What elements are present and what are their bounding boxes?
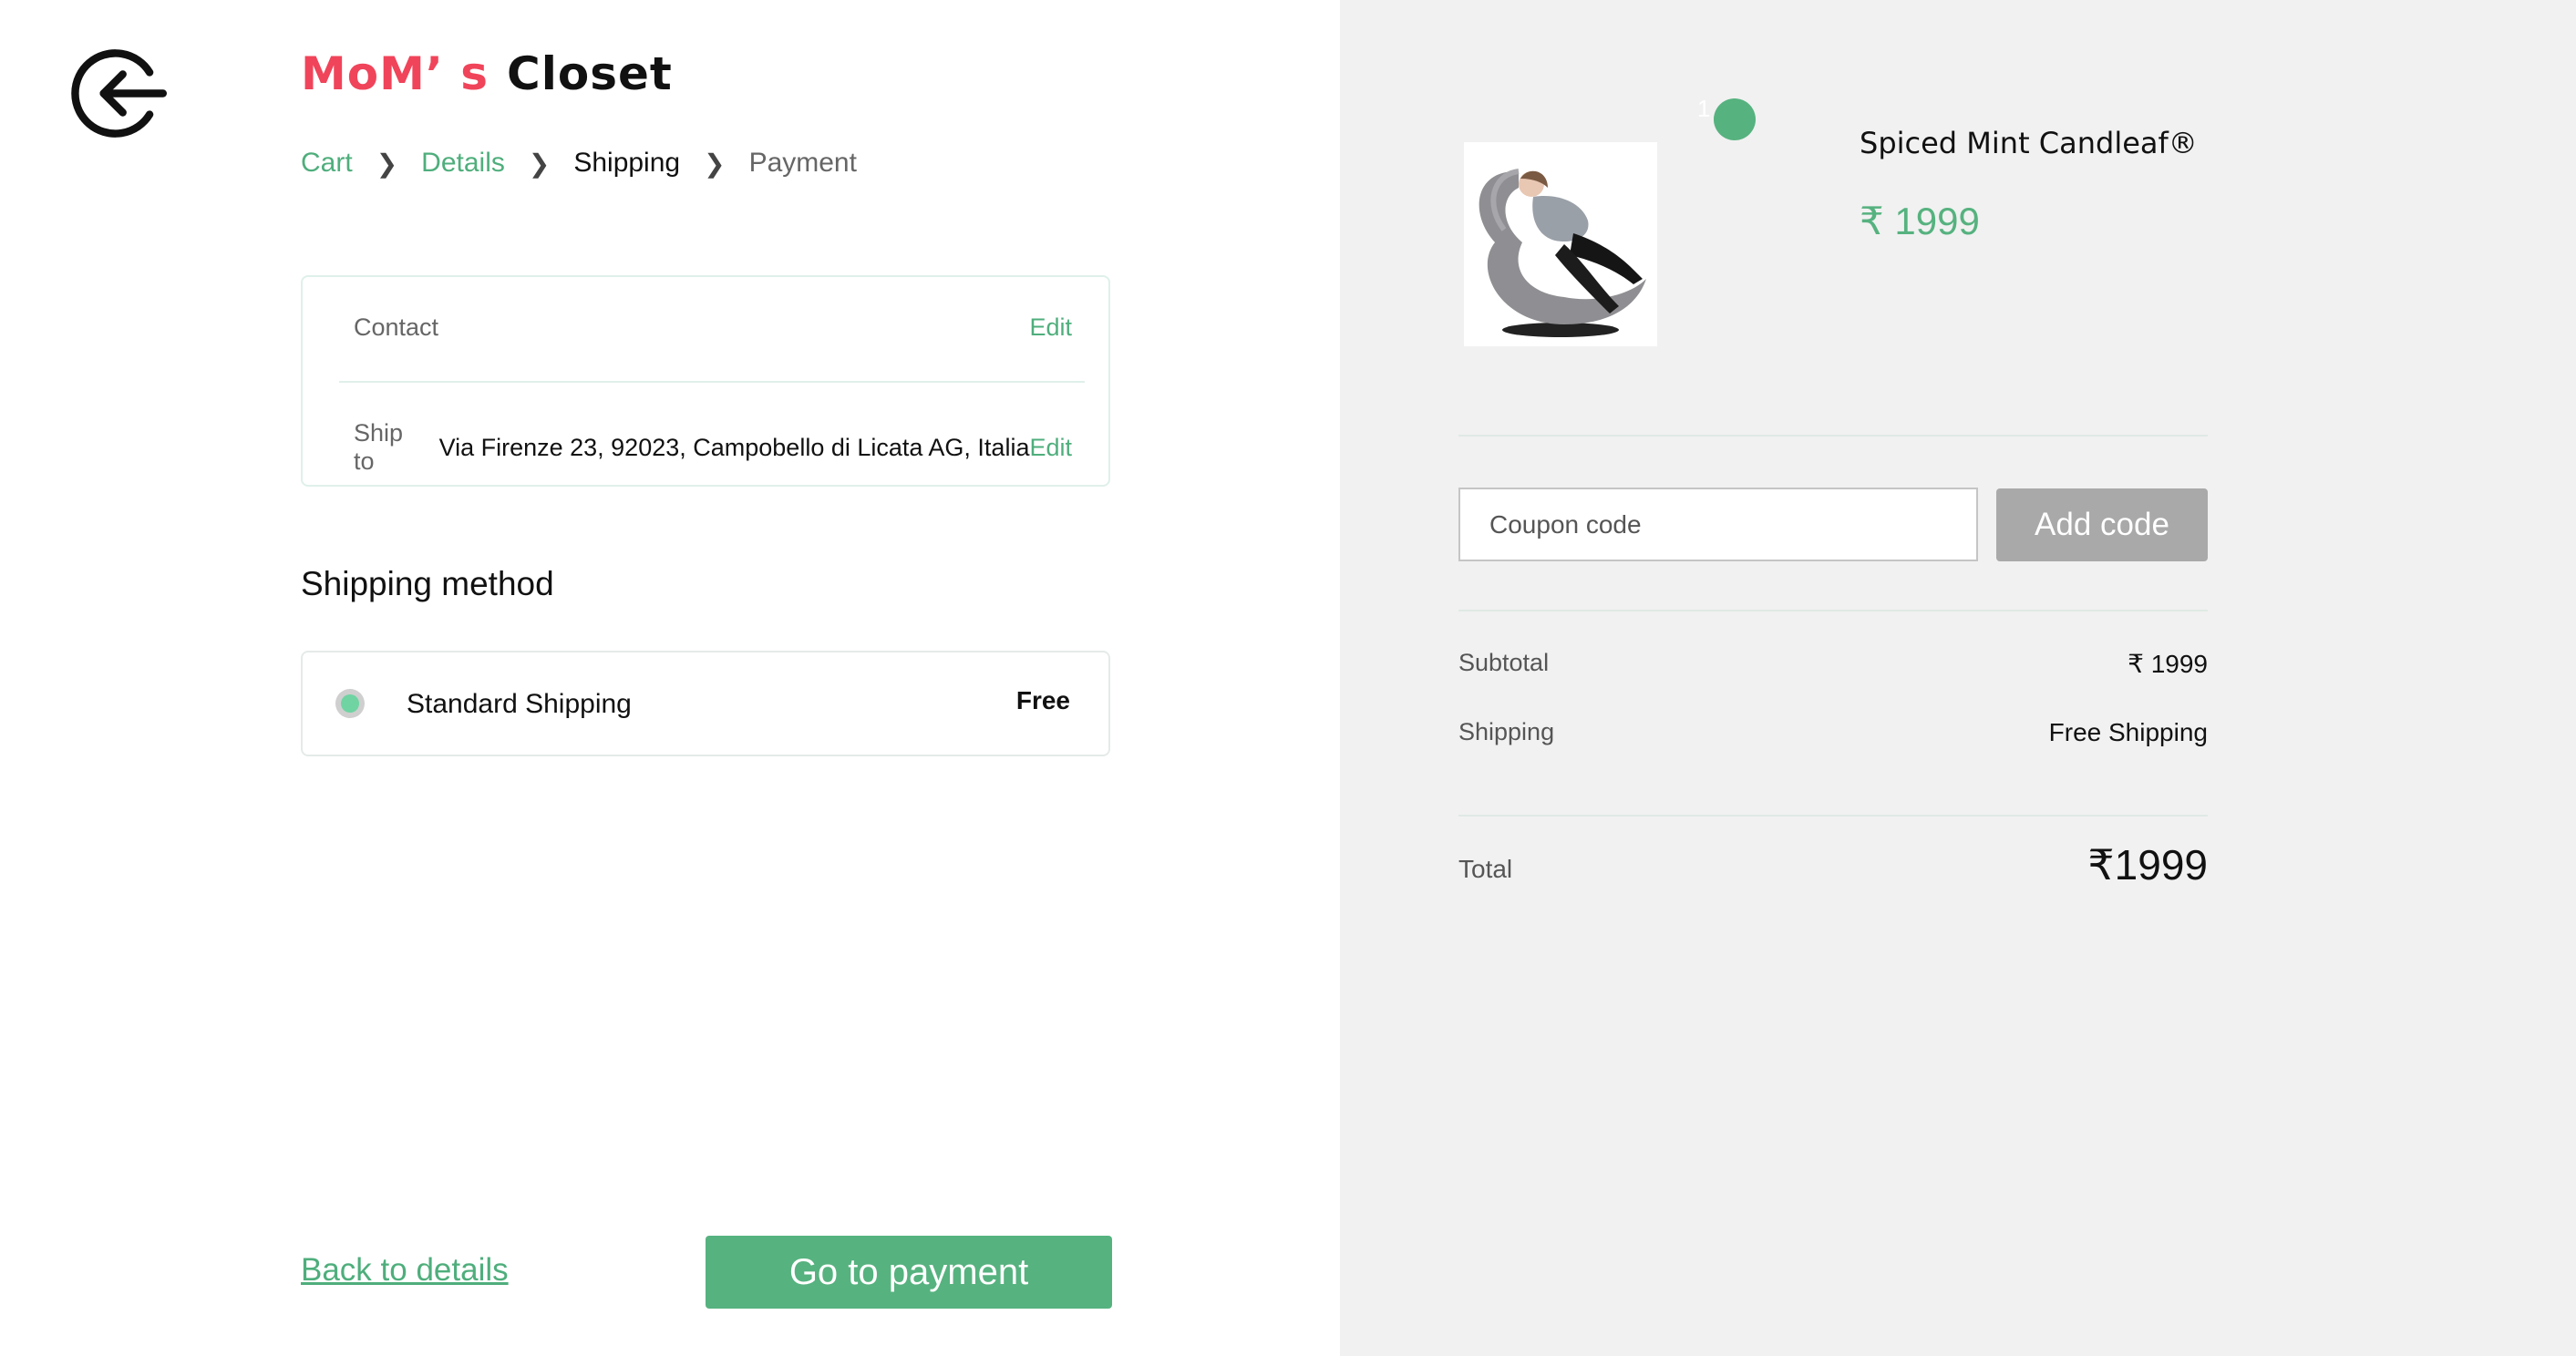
shipping-option-price: Free	[1015, 686, 1070, 714]
divider	[1458, 815, 2208, 817]
quantity-badge	[1714, 98, 1756, 140]
add-code-button[interactable]: Add code	[1996, 488, 2208, 561]
order-info-box: Contact Edit Ship to Via Firenze 23, 920…	[301, 275, 1110, 487]
divider	[1458, 435, 2208, 437]
product-image	[1464, 142, 1657, 346]
shipping-label: Shipping	[1458, 718, 1555, 745]
pregnancy-pillow-image	[1464, 142, 1657, 346]
breadcrumb-details[interactable]: Details	[421, 148, 505, 179]
ship-to-address: Via Firenze 23, 92023, Campobello di Lic…	[438, 433, 1030, 461]
shipping-option-radio[interactable]	[335, 689, 365, 718]
breadcrumb-payment[interactable]: Payment	[749, 148, 857, 179]
brand-name-part1: MoM’ s	[301, 47, 489, 100]
brand-name-part2: Closet	[507, 47, 673, 100]
go-to-payment-button[interactable]: Go to payment	[706, 1236, 1112, 1309]
total-label: Total	[1458, 855, 1513, 883]
breadcrumb: Cart ❯ Details ❯ Shipping ❯ Payment	[301, 148, 857, 179]
back-to-details-link[interactable]: Back to details	[301, 1252, 509, 1289]
coupon-code-input[interactable]	[1458, 488, 1978, 561]
product-price: ₹ 1999	[1860, 200, 1980, 242]
contact-label: Contact	[354, 313, 439, 341]
shipping-value: Free Shipping	[2048, 718, 2208, 746]
breadcrumb-shipping[interactable]: Shipping	[573, 148, 680, 179]
shipping-method-title: Shipping method	[301, 565, 554, 602]
subtotal-label: Subtotal	[1458, 649, 1550, 676]
divider	[1458, 610, 2208, 611]
chevron-right-icon: ❯	[528, 149, 551, 178]
back-arrow-circle-icon[interactable]	[71, 46, 167, 141]
checkout-main-panel: MoM’ s Closet Cart ❯ Details ❯ Shipping ❯…	[0, 0, 1340, 1356]
chevron-right-icon: ❯	[376, 149, 398, 178]
shipping-option-name: Standard Shipping	[407, 689, 632, 719]
breadcrumb-cart[interactable]: Cart	[301, 148, 353, 179]
contact-edit-link[interactable]: Edit	[1029, 313, 1072, 342]
subtotal-value: ₹ 1999	[2128, 650, 2208, 678]
divider	[339, 381, 1085, 383]
ship-to-label: Ship to	[354, 419, 404, 475]
quantity-badge-count: 1	[1697, 95, 1711, 122]
total-value: ₹1999	[2087, 841, 2208, 889]
chevron-right-icon: ❯	[704, 149, 726, 178]
brand-logo: MoM’ s Closet	[301, 47, 673, 100]
contact-row: Contact Edit	[354, 313, 1072, 342]
ship-to-row: Ship to Via Firenze 23, 92023, Campobell…	[354, 419, 1072, 476]
shipping-option-standard[interactable]: Standard Shipping Free	[301, 651, 1110, 756]
ship-to-edit-link[interactable]: Edit	[1029, 434, 1072, 462]
product-name: Spiced Mint Candleaf®	[1860, 126, 2198, 160]
